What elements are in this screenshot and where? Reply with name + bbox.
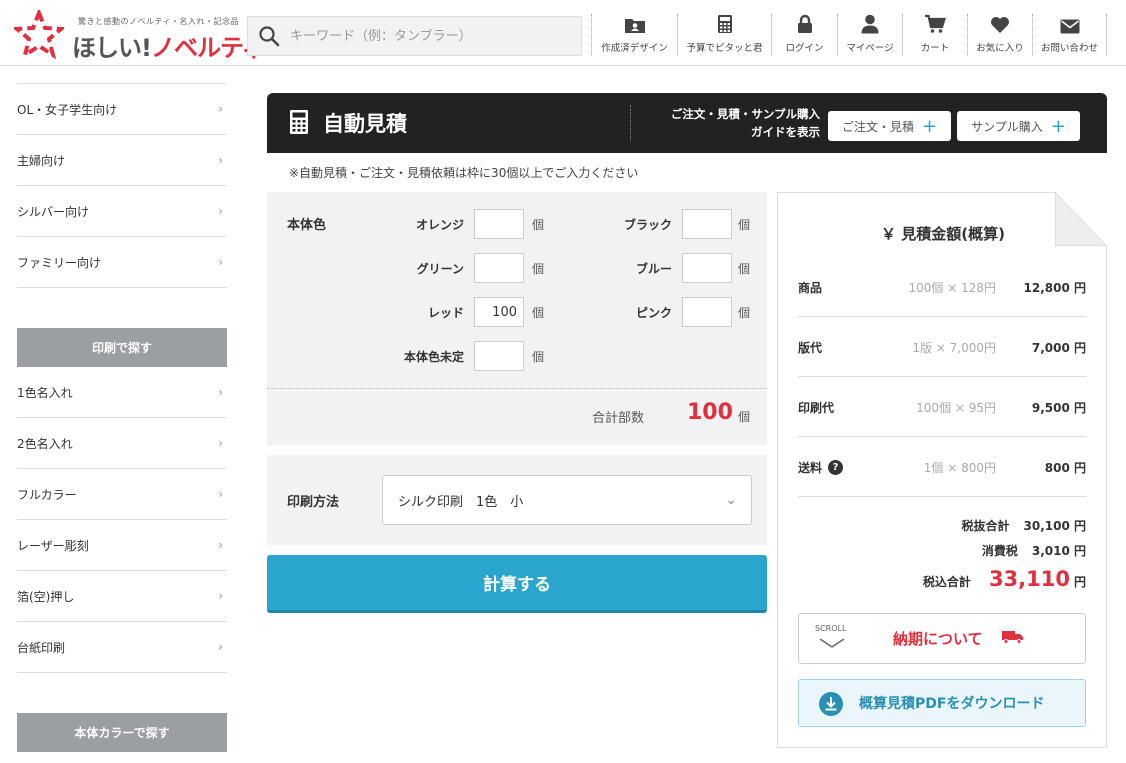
folder-user-icon [624,19,645,33]
star-logo-icon [14,10,64,60]
delivery-info-button[interactable]: SCROLL 納期について [798,613,1086,664]
sidebar-item-seniors[interactable]: シルバー向け › [17,186,227,237]
sidebar-item-fullcolor[interactable]: フルカラー › [17,469,227,520]
subtotal-line: 税抜合計 30,100 円 [961,519,1086,533]
nav-budget-tool[interactable]: 予算でピタッと君 [677,14,771,56]
color-label-pink: ピンク [635,306,672,320]
total-quantity-label: 合計部数 [592,411,645,426]
site-header: 驚きと感動のノベルティ・名入れ・記念品 ほしい!ノベルティ 作成済デザイン 予算… [0,0,1126,66]
print-method-label: 印刷方法 [287,495,340,510]
chevron-down-icon [819,638,845,648]
qty-input-orange[interactable] [474,209,524,239]
chevron-right-icon: › [218,538,223,552]
help-icon[interactable]: ? [828,460,844,475]
plus-icon: + [1050,115,1066,137]
body-color-label: 本体色 [287,218,327,233]
nav-contact[interactable]: お問い合わせ [1032,14,1107,56]
nav-saved-designs[interactable]: 作成済デザイン [591,14,677,56]
estimate-header: 自動見積 ご注文・見積・サンプル購入 ガイドを表示 ご注文・見積 + サンプル購入… [267,93,1107,153]
chevron-right-icon: › [218,385,223,399]
download-icon [819,692,843,716]
chevron-right-icon: › [218,640,223,654]
sidebar-item-ol-students[interactable]: OL・女子学生向け › [17,84,227,135]
heart-icon [991,17,1009,33]
lock-icon [797,14,812,33]
mail-icon [1060,19,1079,34]
quote-row-plate: 版代 1版 × 7,000円 7,000 円 [798,317,1086,377]
chevron-right-icon: › [218,102,223,116]
search-icon[interactable] [258,25,280,47]
nav-favorites[interactable]: お気に入り [967,14,1032,56]
color-label-red: レッド [427,306,464,320]
scroll-label: SCROLL [815,624,847,633]
chevron-right-icon: › [218,204,223,218]
print-method-section: 印刷方法 シルク印刷 1色 小 ⌄ [267,455,767,545]
qty-input-green[interactable] [474,253,524,283]
search-box [247,16,582,56]
quote-row-shipping: 送料? 1個 × 800円 800 円 [798,437,1086,497]
color-label-undecided: 本体色未定 [403,350,464,364]
quote-title: ￥ 見積金額(概算) [881,225,1005,243]
sample-purchase-button[interactable]: サンプル購入 + [957,111,1080,141]
sidebar-item-family[interactable]: ファミリー向け › [17,237,227,288]
chevron-down-icon: ⌄ [725,492,737,508]
print-method-select[interactable]: シルク印刷 1色 小 ⌄ [382,475,752,525]
quote-row-product: 商品 100個 × 128円 12,800 円 [798,257,1086,317]
chevron-right-icon: › [218,255,223,269]
minimum-quantity-notice: ※自動見積・ご注文・見積依頼は枠に30個以上でご入力ください [289,166,639,180]
qty-input-pink[interactable] [682,297,732,327]
sidebar: OL・女子学生向け › 主婦向け › シルバー向け › ファミリー向け › 印刷で探す … [17,66,227,752]
calculator-icon [290,110,308,134]
tax-line: 消費税 3,010 円 [981,544,1086,558]
sidebar-item-foil[interactable]: 箔(空)押し › [17,571,227,622]
nav-mypage[interactable]: マイページ [837,14,902,56]
pdf-download-button[interactable]: 概算見積PDFをダウンロード [798,679,1086,727]
grand-total: 税込合計 33,110 円 [922,567,1086,591]
sidebar-item-2color[interactable]: 2色名入れ › [17,418,227,469]
order-quote-button[interactable]: ご注文・見積 + [828,111,951,141]
logo-text: ほしい!ノベルティ [72,34,266,62]
color-label-green: グリーン [416,262,464,276]
search-input[interactable] [290,28,570,44]
calculate-button[interactable]: 計算する [267,555,767,613]
plus-icon: + [921,115,938,137]
chevron-right-icon: › [218,589,223,603]
logo-tagline: 驚きと感動のノベルティ・名入れ・記念品 [78,17,240,26]
body-color-section: 本体色 オレンジ 個 ブラック 個 グリーン 個 ブルー 個 レッド 個 ピンク… [267,192,767,445]
color-label-blue: ブルー [635,262,672,276]
quote-panel: ￥ 見積金額(概算) 商品 100個 × 128円 12,800 円 版代 1版… [777,192,1107,748]
estimate-title: 自動見積 [323,112,407,136]
calculator-icon [717,15,732,33]
qty-input-black[interactable] [682,209,732,239]
chevron-right-icon: › [218,436,223,450]
qty-input-blue[interactable] [682,253,732,283]
nav-cart[interactable]: カート [902,14,967,56]
chevron-right-icon: › [218,153,223,167]
quote-row-printing: 印刷代 100個 × 95円 9,500 円 [798,377,1086,437]
chevron-right-icon: › [218,487,223,501]
cart-icon [925,14,946,33]
sidebar-color-heading: 本体カラーで探す [17,713,227,752]
sidebar-item-mount[interactable]: 台紙印刷 › [17,622,227,673]
total-quantity-value: 100 [687,400,733,425]
sidebar-item-1color[interactable]: 1色名入れ › [17,367,227,418]
color-label-orange: オレンジ [415,218,464,232]
header-nav: 作成済デザイン 予算でピタッと君 ログイン マイページ カート お気に入り お問… [591,14,1107,56]
nav-login[interactable]: ログイン [771,14,837,56]
color-label-black: ブラック [623,218,672,232]
guide-toggle[interactable]: ご注文・見積・サンプル購入 ガイドを表示 [630,105,838,141]
sidebar-print-heading: 印刷で探す [17,328,227,367]
truck-icon [1002,631,1023,644]
user-icon [861,14,879,34]
site-logo[interactable]: 驚きと感動のノベルティ・名入れ・記念品 ほしい!ノベルティ [14,10,266,62]
sidebar-item-housewives[interactable]: 主婦向け › [17,135,227,186]
sidebar-item-laser[interactable]: レーザー彫刻 › [17,520,227,571]
qty-input-red[interactable] [474,297,524,327]
qty-input-undecided[interactable] [474,341,524,371]
